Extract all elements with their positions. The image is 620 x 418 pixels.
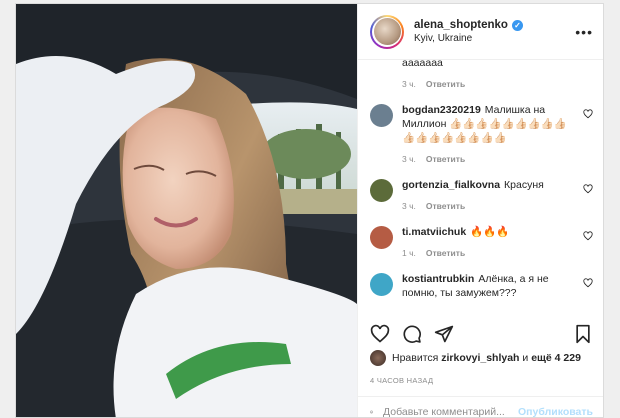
publish-button[interactable]: Опубликовать: [518, 406, 593, 418]
post-location[interactable]: Kyiv, Ukraine: [414, 33, 523, 44]
post-timestamp[interactable]: 4 ЧАСОВ НАЗАД: [370, 376, 433, 385]
comment-item: ti.matviichuk 🔥🔥🔥 1 ч. Ответить: [370, 225, 593, 258]
likes-count[interactable]: ещё 4 229: [531, 352, 581, 364]
share-paper-plane-icon[interactable]: [434, 324, 454, 344]
like-heart-icon[interactable]: [370, 324, 390, 344]
verified-icon: ✓: [511, 19, 523, 31]
comment-bubble-icon[interactable]: [402, 324, 422, 344]
avatar[interactable]: [370, 14, 404, 49]
selfie-image: [16, 4, 357, 417]
comment-text: Красуня: [504, 179, 544, 191]
comment-avatar[interactable]: [370, 226, 393, 249]
comment-avatar[interactable]: [370, 179, 393, 202]
post-card: alena_shoptenko ✓ Kyiv, Ukraine ••• аааа…: [15, 3, 604, 418]
comment-time: 1 ч.: [402, 248, 416, 258]
emoji-smiley-icon[interactable]: [370, 403, 373, 418]
like-comment-heart-icon[interactable]: [583, 109, 593, 119]
post-actions: [370, 322, 593, 346]
comment-username[interactable]: ti.matviichuk: [402, 226, 466, 238]
likes-summary: Нравится zirkovyi_shlyah и ещё 4 229: [370, 350, 597, 366]
comments-list[interactable]: ааааааа 3 ч. Ответить bogdan2320219 Малишк…: [358, 60, 603, 318]
liker-username[interactable]: zirkovyi_shlyah: [441, 352, 519, 364]
like-comment-heart-icon[interactable]: [583, 184, 593, 194]
reply-button[interactable]: Ответить: [426, 79, 465, 89]
comment-item: gortenzia_fialkovna Красуня 3 ч. Ответить: [370, 178, 593, 211]
reply-button[interactable]: Ответить: [426, 154, 465, 164]
reply-button[interactable]: Ответить: [426, 248, 465, 258]
comment-text: ааааааа: [402, 60, 443, 69]
like-comment-heart-icon[interactable]: [583, 231, 593, 241]
comment-username[interactable]: gortenzia_fialkovna: [402, 179, 500, 191]
comment-item: bogdan2320219 Малишка на Миллион ​👍🏻👍🏻👍🏻👍…: [370, 103, 593, 164]
comment-time: 3 ч.: [402, 154, 416, 164]
likes-and: и: [522, 352, 529, 364]
post-header: alena_shoptenko ✓ Kyiv, Ukraine •••: [358, 4, 603, 60]
comment-username[interactable]: bogdan2320219: [402, 104, 481, 116]
comment-item: kostiantrubkin Алёнка, а я не помню, ты з…: [370, 272, 593, 300]
comment-item: ааааааа 3 ч. Ответить: [370, 60, 593, 89]
more-options-icon[interactable]: •••: [575, 24, 593, 40]
comment-time: 3 ч.: [402, 79, 416, 89]
liker-avatar[interactable]: [370, 350, 386, 366]
comment-time: 3 ч.: [402, 201, 416, 211]
post-photo[interactable]: [16, 4, 357, 417]
comment-text: 🔥🔥🔥: [470, 226, 510, 238]
comment-avatar[interactable]: [370, 104, 393, 127]
comment-username[interactable]: kostiantrubkin: [402, 273, 474, 285]
comment-avatar[interactable]: [370, 273, 393, 296]
author-username-row: alena_shoptenko ✓: [414, 19, 523, 31]
author-username[interactable]: alena_shoptenko: [414, 19, 508, 31]
likes-prefix: Нравится: [392, 352, 439, 364]
add-comment-bar: Опубликовать: [358, 396, 603, 418]
reply-button[interactable]: Ответить: [426, 201, 465, 211]
like-comment-heart-icon[interactable]: [583, 278, 593, 288]
comment-input[interactable]: [383, 405, 519, 417]
save-bookmark-icon[interactable]: [573, 324, 593, 344]
post-side-panel: alena_shoptenko ✓ Kyiv, Ukraine ••• аааа…: [357, 4, 603, 418]
